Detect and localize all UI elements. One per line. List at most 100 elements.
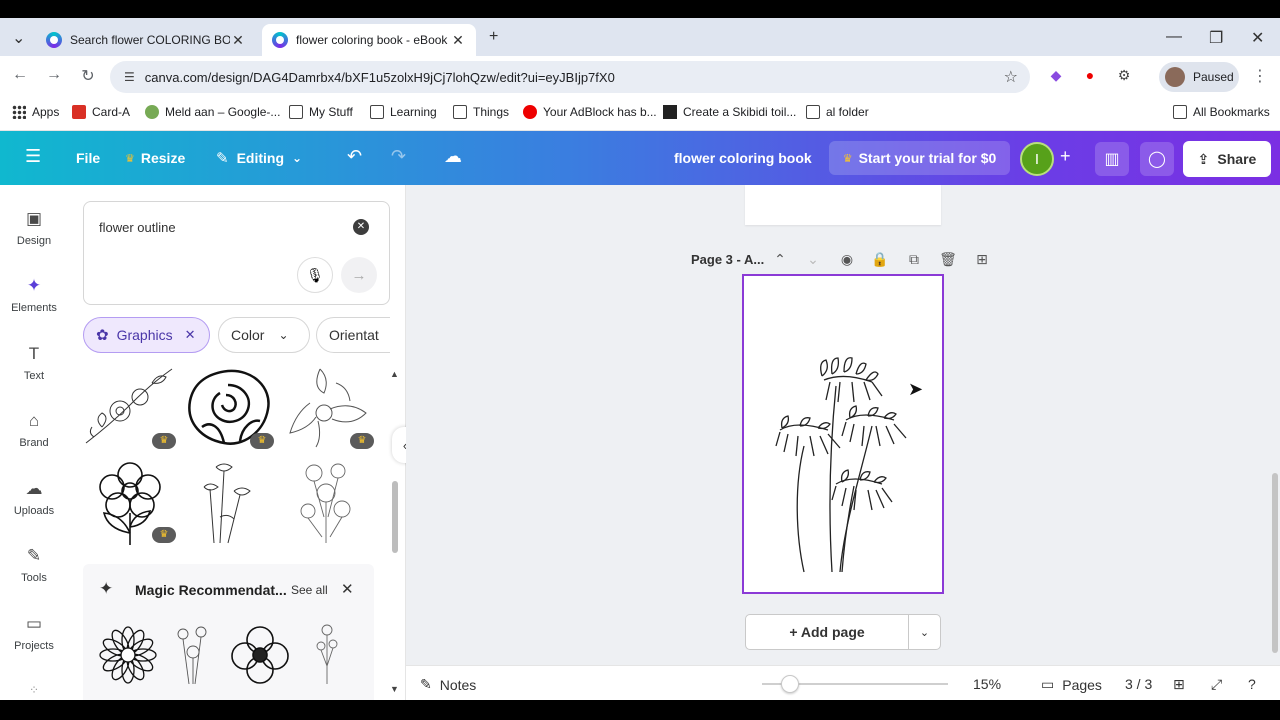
bookmark-things[interactable]: Things (453, 105, 509, 119)
chevron-down-icon[interactable]: ⌄ (909, 615, 940, 649)
graphic-result-daisies[interactable] (180, 457, 276, 545)
zoom-slider-knob[interactable] (781, 675, 799, 693)
file-menu-button[interactable]: File (76, 131, 100, 185)
tab-search-icon[interactable]: ⌄ (12, 28, 25, 48)
doc-title[interactable]: flower coloring book (674, 131, 812, 185)
extensions-puzzle-icon[interactable]: ⚙ (1114, 67, 1134, 87)
opera-icon[interactable]: ● (1080, 67, 1100, 87)
redo-icon[interactable]: ↷ (391, 146, 406, 167)
graphic-result-floral-corner[interactable]: ♛ (82, 363, 178, 451)
rail-item-elements[interactable]: ✦ Elements (0, 276, 68, 314)
workspace-scrollbar[interactable] (1272, 473, 1278, 653)
recommendation-poppy[interactable] (229, 624, 291, 691)
rail-item-text[interactable]: T Text (0, 344, 68, 382)
hamburger-menu-icon[interactable]: ☰ (25, 146, 41, 167)
rail-item-projects[interactable]: ▭ Projects (0, 614, 68, 652)
daisy-bouquet-graphic[interactable] (744, 276, 942, 592)
help-icon[interactable]: ? (1248, 676, 1256, 692)
fullscreen-icon[interactable]: ⤢ (1211, 676, 1222, 693)
bookmark-apps[interactable]: Apps (12, 105, 59, 119)
cloud-saved-icon[interactable]: ☁ (444, 146, 462, 167)
undo-icon[interactable]: ↶ (347, 146, 362, 167)
bookmark-learning[interactable]: Learning (370, 105, 437, 119)
site-info-icon[interactable]: ☰ (124, 70, 135, 84)
recommendation-flower-sprigs[interactable] (169, 622, 217, 691)
recommendation-daisy[interactable] (97, 624, 159, 691)
minimize-icon[interactable]: — (1166, 28, 1182, 46)
tab-flower-coloring-book[interactable]: flower coloring book - eBook ✕ (262, 24, 476, 56)
back-icon[interactable]: ← (10, 66, 30, 84)
tab-close-icon[interactable]: ✕ (230, 32, 246, 49)
analytics-button[interactable]: ▥ (1095, 142, 1129, 176)
search-input[interactable]: flower outline (99, 220, 176, 235)
page-count[interactable]: 3 / 3 (1125, 676, 1152, 692)
submit-search-icon[interactable]: → (341, 257, 377, 293)
notes-button[interactable]: ✎ Notes (420, 676, 476, 693)
scroll-up-icon[interactable]: ▲ (390, 369, 399, 379)
close-window-icon[interactable]: ✕ (1251, 28, 1264, 48)
share-button[interactable]: ⇪ Share (1183, 141, 1271, 177)
restore-icon[interactable]: ❐ (1209, 28, 1223, 48)
graphic-result-simple-flower[interactable]: ♛ (82, 457, 178, 545)
add-page-button[interactable]: + Add page (746, 615, 909, 649)
graphic-result-rose[interactable]: ♛ (180, 363, 276, 451)
add-page-icon[interactable]: ⊞ (972, 251, 992, 268)
bookmark-label: All Bookmarks (1193, 105, 1270, 119)
graphic-result-wildflowers[interactable] (280, 457, 376, 545)
panel-scrollbar[interactable]: ▲ ▼ (389, 369, 401, 694)
lock-icon[interactable]: 🔒 (870, 251, 890, 268)
search-box[interactable]: flower outline ✕ 🎙 → (83, 201, 390, 305)
scroll-down-icon[interactable]: ▼ (390, 684, 399, 694)
hide-page-icon[interactable]: ◉ (837, 251, 857, 268)
chevron-down-icon[interactable]: ⌄ (803, 251, 823, 268)
rail-item-tools[interactable]: ✎ Tools (0, 546, 68, 584)
resize-button[interactable]: ♛ Resize (125, 131, 185, 185)
delete-page-icon[interactable]: 🗑 (938, 251, 958, 268)
rail-item-design[interactable]: ▣ Design (0, 209, 68, 247)
previous-page-canvas[interactable] (745, 185, 941, 225)
see-all-link[interactable]: See all (291, 583, 328, 597)
clear-search-icon[interactable]: ✕ (353, 219, 369, 235)
bookmark-card-a[interactable]: Card-A (72, 105, 130, 119)
forward-icon[interactable]: → (44, 66, 64, 84)
page-title[interactable]: Page 3 - A... (691, 252, 764, 267)
close-icon[interactable]: ✕ (341, 580, 354, 598)
page-canvas[interactable] (742, 274, 944, 594)
chip-orientation[interactable]: Orientat (316, 317, 390, 353)
new-tab-icon[interactable]: + (489, 28, 498, 46)
add-collaborator-icon[interactable]: + (1060, 146, 1071, 167)
remove-filter-icon[interactable]: ✕ (185, 327, 196, 343)
editing-mode-button[interactable]: ✎ Editing ⌄ (216, 131, 302, 185)
zoom-slider[interactable] (762, 675, 948, 693)
bookmark-meld[interactable]: Meld aan – Google-... (145, 105, 280, 119)
grid-view-icon[interactable]: ⊞ (1173, 676, 1185, 693)
tab-search-flower[interactable]: Search flower COLORING BOOK ✕ (36, 24, 256, 56)
bookmark-star-icon[interactable]: ☆ (1004, 67, 1018, 87)
pages-button[interactable]: ▭ Pages (1041, 676, 1102, 693)
profile-button[interactable]: Paused (1159, 62, 1239, 92)
rail-item-brand[interactable]: ⌂ Brand (0, 411, 68, 449)
menu-kebab-icon[interactable]: ⋮ (1250, 66, 1270, 86)
tab-close-icon[interactable]: ✕ (450, 32, 466, 49)
microphone-icon[interactable]: 🎙 (297, 257, 333, 293)
comments-button[interactable]: ◯ (1140, 142, 1174, 176)
bookmark-al-folder[interactable]: al folder (806, 105, 869, 119)
chip-color[interactable]: Color ⌄ (218, 317, 310, 353)
chevron-up-icon[interactable]: ⌃ (770, 251, 790, 268)
duplicate-page-icon[interactable]: ⧉ (904, 251, 924, 268)
recommendation-sprig[interactable] (307, 622, 347, 691)
reload-icon[interactable]: ↻ (78, 66, 98, 86)
avatar[interactable]: I (1020, 142, 1054, 176)
zoom-level[interactable]: 15% (973, 676, 1001, 692)
bookmark-skibidi[interactable]: Create a Skibidi toil... (663, 105, 796, 119)
scroll-thumb[interactable] (392, 481, 398, 553)
bookmark-my-stuff[interactable]: My Stuff (289, 105, 353, 119)
graphic-result-lilies[interactable]: ♛ (280, 363, 376, 451)
rail-item-uploads[interactable]: ☁ Uploads (0, 479, 68, 517)
url-field[interactable]: ☰ canva.com/design/DAG4Damrbx4/bXF1u5zol… (110, 61, 1030, 93)
start-trial-button[interactable]: ♛ Start your trial for $0 (829, 141, 1010, 175)
bookmark-adblock[interactable]: Your AdBlock has b... (523, 105, 657, 119)
all-bookmarks[interactable]: All Bookmarks (1173, 105, 1270, 119)
chip-graphics[interactable]: ✿ Graphics ✕ (83, 317, 210, 353)
extension-color-icon[interactable]: ◆ (1046, 67, 1066, 87)
